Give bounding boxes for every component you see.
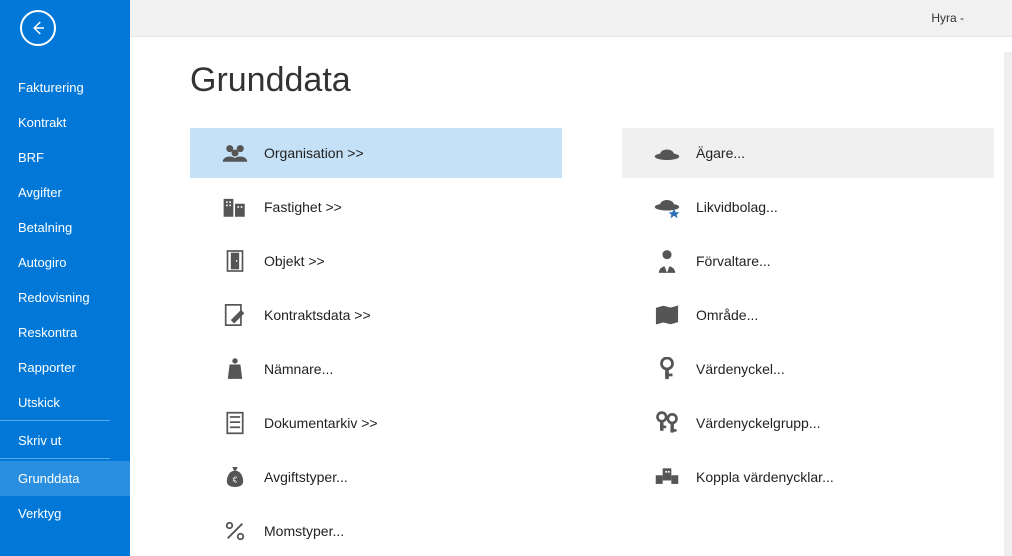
tile-label: Område... xyxy=(696,307,758,323)
sidebar-item-kontrakt[interactable]: Kontrakt xyxy=(0,105,130,140)
buildings-icon xyxy=(206,195,264,219)
tile-fastighet[interactable]: Fastighet >> xyxy=(190,182,562,232)
key-icon xyxy=(638,357,696,381)
sidebar-item-rapporter[interactable]: Rapporter xyxy=(0,350,130,385)
back-button[interactable] xyxy=(20,10,56,46)
money-bag-icon: € xyxy=(206,465,264,489)
tile-label: Förvaltare... xyxy=(696,253,771,269)
edit-document-icon xyxy=(206,303,264,327)
building-link-icon xyxy=(638,466,696,488)
sidebar-item-label: Utskick xyxy=(18,395,60,410)
page-title: Grunddata xyxy=(190,61,1012,100)
archive-icon xyxy=(206,411,264,435)
sidebar-item-fakturering[interactable]: Fakturering xyxy=(0,70,130,105)
sidebar-item-label: Redovisning xyxy=(18,290,90,305)
sidebar-item-label: BRF xyxy=(18,150,44,165)
tile-vardenyckelgrupp[interactable]: Värdenyckelgrupp... xyxy=(622,398,994,448)
arrow-left-icon xyxy=(29,19,47,37)
sidebar-item-label: Fakturering xyxy=(18,80,84,95)
tile-label: Ägare... xyxy=(696,145,745,161)
tile-label: Organisation >> xyxy=(264,145,364,161)
tile-column-left: Organisation >> Fastighet >> Objekt >> xyxy=(190,128,562,556)
map-pin-icon xyxy=(638,303,696,327)
sidebar-item-label: Grunddata xyxy=(18,471,79,486)
tile-objekt[interactable]: Objekt >> xyxy=(190,236,562,286)
tile-koppla-vardenycklar[interactable]: Koppla värdenycklar... xyxy=(622,452,994,502)
sidebar-item-avgifter[interactable]: Avgifter xyxy=(0,175,130,210)
tile-label: Koppla värdenycklar... xyxy=(696,469,834,485)
keys-icon xyxy=(638,411,696,435)
sidebar-item-label: Avgifter xyxy=(18,185,62,200)
group-icon xyxy=(206,142,264,164)
sidebar-item-label: Skriv ut xyxy=(18,433,61,448)
sidebar-item-label: Kontrakt xyxy=(18,115,66,130)
topbar: Hyra - xyxy=(130,0,1012,37)
tile-agare[interactable]: Ägare... xyxy=(622,128,994,178)
sidebar-item-label: Verktyg xyxy=(18,506,61,521)
tile-avgiftstyper[interactable]: € Avgiftstyper... xyxy=(190,452,562,502)
weight-icon xyxy=(206,357,264,381)
sidebar-item-label: Autogiro xyxy=(18,255,66,270)
percent-icon xyxy=(206,520,264,542)
hat-icon xyxy=(638,144,696,162)
sidebar-item-brf[interactable]: BRF xyxy=(0,140,130,175)
tile-label: Nämnare... xyxy=(264,361,333,377)
tile-dokumentarkiv[interactable]: Dokumentarkiv >> xyxy=(190,398,562,448)
tile-label: Momstyper... xyxy=(264,523,344,539)
tile-label: Objekt >> xyxy=(264,253,325,269)
tile-label: Värdenyckel... xyxy=(696,361,785,377)
sidebar-item-autogiro[interactable]: Autogiro xyxy=(0,245,130,280)
tile-label: Fastighet >> xyxy=(264,199,342,215)
tile-label: Avgiftstyper... xyxy=(264,469,348,485)
tile-forvaltare[interactable]: Förvaltare... xyxy=(622,236,994,286)
sidebar-item-grunddata[interactable]: Grunddata xyxy=(0,461,130,496)
tile-column-right: Ägare... Likvidbolag... Förvaltare... xyxy=(622,128,994,556)
tile-label: Kontraktsdata >> xyxy=(264,307,371,323)
sidebar-item-label: Rapporter xyxy=(18,360,76,375)
sidebar-item-label: Reskontra xyxy=(18,325,77,340)
sidebar: Fakturering Kontrakt BRF Avgifter Betaln… xyxy=(0,0,130,556)
tile-label: Värdenyckelgrupp... xyxy=(696,415,821,431)
svg-text:€: € xyxy=(233,475,238,484)
tile-label: Likvidbolag... xyxy=(696,199,778,215)
tile-omrade[interactable]: Område... xyxy=(622,290,994,340)
topbar-context: Hyra - xyxy=(931,11,964,25)
sidebar-item-reskontra[interactable]: Reskontra xyxy=(0,315,130,350)
sidebar-item-redovisning[interactable]: Redovisning xyxy=(0,280,130,315)
door-icon xyxy=(206,249,264,273)
tile-organisation[interactable]: Organisation >> xyxy=(190,128,562,178)
tile-label: Dokumentarkiv >> xyxy=(264,415,378,431)
sidebar-item-verktyg[interactable]: Verktyg xyxy=(0,496,130,531)
scrollbar[interactable] xyxy=(1004,52,1012,556)
sidebar-item-label: Betalning xyxy=(18,220,72,235)
sidebar-item-betalning[interactable]: Betalning xyxy=(0,210,130,245)
person-suit-icon xyxy=(638,249,696,273)
tile-namnare[interactable]: Nämnare... xyxy=(190,344,562,394)
tile-kontraktsdata[interactable]: Kontraktsdata >> xyxy=(190,290,562,340)
sidebar-item-utskick[interactable]: Utskick xyxy=(0,385,110,421)
hat-star-icon xyxy=(638,196,696,218)
tile-likvidbolag[interactable]: Likvidbolag... xyxy=(622,182,994,232)
tile-momstyper[interactable]: Momstyper... xyxy=(190,506,562,556)
main: Hyra - Grunddata Organisation >> Fastigh… xyxy=(130,0,1012,556)
tile-vardenyckel[interactable]: Värdenyckel... xyxy=(622,344,994,394)
sidebar-item-skriv-ut[interactable]: Skriv ut xyxy=(0,423,110,459)
